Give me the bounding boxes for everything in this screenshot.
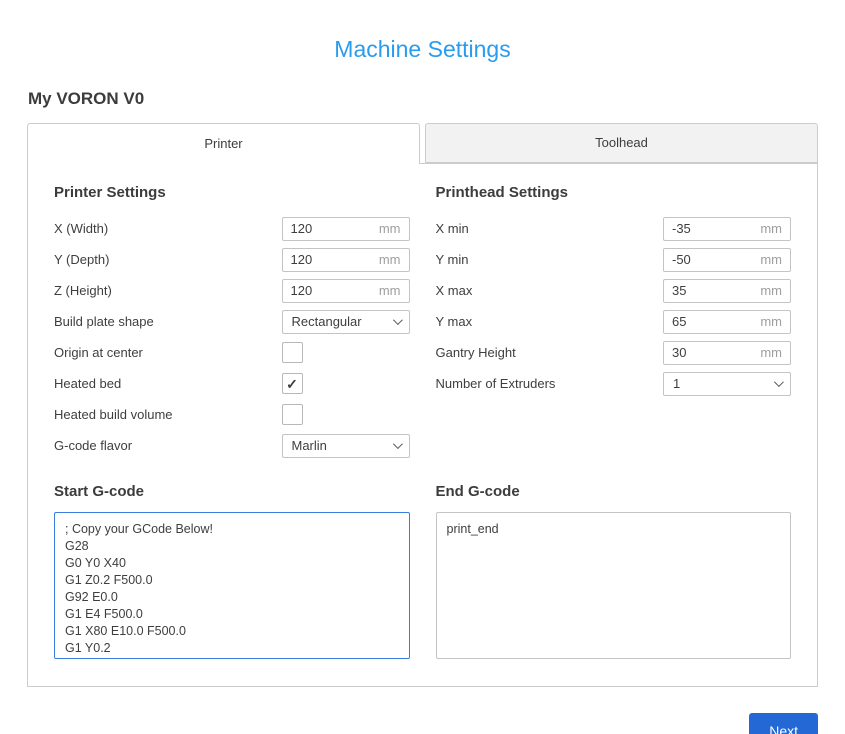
printhead-settings-heading: Printhead Settings <box>436 184 792 201</box>
start-gcode-textarea[interactable] <box>54 512 410 659</box>
gantry-height-unit: mm <box>760 345 782 360</box>
printhead-settings-column: Printhead Settings X min mm Y min mm <box>436 184 792 461</box>
next-button[interactable]: Next <box>749 713 818 734</box>
printer-settings-heading: Printer Settings <box>54 184 410 201</box>
gantry-height-label: Gantry Height <box>436 345 664 360</box>
origin-at-center-row: Origin at center <box>54 337 410 368</box>
heated-build-volume-checkbox[interactable] <box>282 404 303 425</box>
heated-bed-checkbox[interactable]: ✓ <box>282 373 303 394</box>
machine-settings-dialog: Machine Settings My VORON V0 Printer Too… <box>0 36 845 734</box>
x-width-input-group: mm <box>282 217 410 241</box>
y-min-input-group: mm <box>663 248 791 272</box>
build-plate-shape-select[interactable]: Rectangular <box>282 310 410 334</box>
gantry-height-input[interactable] <box>672 345 754 360</box>
extruder-count-label: Number of Extruders <box>436 376 664 391</box>
z-height-row: Z (Height) mm <box>54 275 410 306</box>
extruder-count-select[interactable]: 1 <box>663 372 791 396</box>
y-min-unit: mm <box>760 252 782 267</box>
y-depth-row: Y (Depth) mm <box>54 244 410 275</box>
settings-panel: Printer Settings X (Width) mm Y (Depth) … <box>27 163 818 687</box>
x-width-input[interactable] <box>291 221 373 236</box>
tab-toolhead[interactable]: Toolhead <box>425 123 818 163</box>
y-min-row: Y min mm <box>436 244 792 275</box>
y-max-row: Y max mm <box>436 306 792 337</box>
y-depth-input-group: mm <box>282 248 410 272</box>
end-gcode-heading: End G-code <box>436 483 792 500</box>
x-width-row: X (Width) mm <box>54 213 410 244</box>
dialog-title: Machine Settings <box>0 36 845 63</box>
z-height-input-group: mm <box>282 279 410 303</box>
y-max-input-group: mm <box>663 310 791 334</box>
build-plate-shape-row: Build plate shape Rectangular <box>54 306 410 337</box>
chevron-down-icon <box>392 315 402 325</box>
y-depth-label: Y (Depth) <box>54 252 282 267</box>
tab-bar: Printer Toolhead <box>27 123 818 163</box>
x-max-row: X max mm <box>436 275 792 306</box>
x-width-unit: mm <box>379 221 401 236</box>
checkmark-icon: ✓ <box>286 377 298 391</box>
z-height-label: Z (Height) <box>54 283 282 298</box>
origin-at-center-checkbox[interactable] <box>282 342 303 363</box>
end-gcode-column: End G-code <box>436 483 792 664</box>
extruder-count-value: 1 <box>673 376 680 391</box>
gcode-section: Start G-code End G-code <box>54 483 791 664</box>
x-max-input[interactable] <box>672 283 754 298</box>
x-max-unit: mm <box>760 283 782 298</box>
heated-build-volume-label: Heated build volume <box>54 407 282 422</box>
x-max-label: X max <box>436 283 664 298</box>
printer-settings-column: Printer Settings X (Width) mm Y (Depth) … <box>54 184 410 461</box>
x-min-input-group: mm <box>663 217 791 241</box>
z-height-input[interactable] <box>291 283 373 298</box>
heated-build-volume-row: Heated build volume <box>54 399 410 430</box>
y-min-label: Y min <box>436 252 664 267</box>
x-min-unit: mm <box>760 221 782 236</box>
gantry-height-row: Gantry Height mm <box>436 337 792 368</box>
gcode-flavor-label: G-code flavor <box>54 438 282 453</box>
x-min-row: X min mm <box>436 213 792 244</box>
machine-name: My VORON V0 <box>28 89 818 109</box>
dialog-footer: Next <box>0 713 818 734</box>
y-max-label: Y max <box>436 314 664 329</box>
x-max-input-group: mm <box>663 279 791 303</box>
build-plate-shape-value: Rectangular <box>292 314 362 329</box>
chevron-down-icon <box>774 377 784 387</box>
x-width-label: X (Width) <box>54 221 282 236</box>
extruder-count-row: Number of Extruders 1 <box>436 368 792 399</box>
x-min-input[interactable] <box>672 221 754 236</box>
y-depth-input[interactable] <box>291 252 373 267</box>
build-plate-shape-label: Build plate shape <box>54 314 282 329</box>
heated-bed-label: Heated bed <box>54 376 282 391</box>
chevron-down-icon <box>392 439 402 449</box>
gcode-flavor-value: Marlin <box>292 438 327 453</box>
z-height-unit: mm <box>379 283 401 298</box>
y-max-unit: mm <box>760 314 782 329</box>
end-gcode-textarea[interactable] <box>436 512 792 659</box>
gcode-flavor-select[interactable]: Marlin <box>282 434 410 458</box>
origin-at-center-label: Origin at center <box>54 345 282 360</box>
start-gcode-heading: Start G-code <box>54 483 410 500</box>
gcode-flavor-row: G-code flavor Marlin <box>54 430 410 461</box>
settings-grid: Printer Settings X (Width) mm Y (Depth) … <box>54 184 791 461</box>
y-max-input[interactable] <box>672 314 754 329</box>
x-min-label: X min <box>436 221 664 236</box>
gantry-height-input-group: mm <box>663 341 791 365</box>
heated-bed-row: Heated bed ✓ <box>54 368 410 399</box>
y-depth-unit: mm <box>379 252 401 267</box>
tab-printer[interactable]: Printer <box>27 123 420 164</box>
y-min-input[interactable] <box>672 252 754 267</box>
start-gcode-column: Start G-code <box>54 483 410 664</box>
